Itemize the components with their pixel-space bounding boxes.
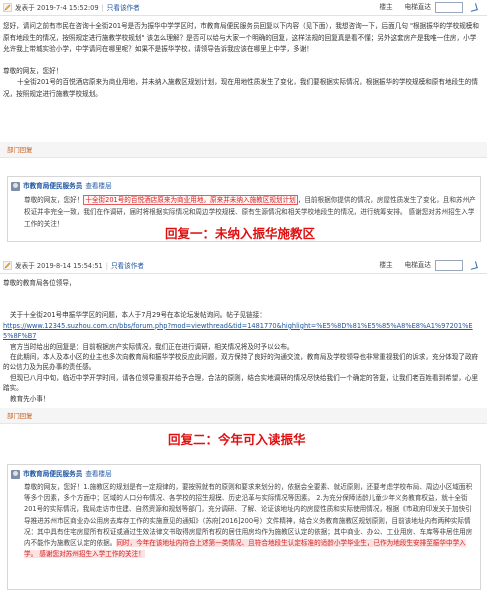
post-paragraph: 十全街201号的百悦酒店原来为商业用地，并未纳入施教区规划计划，现在用地性质发生…	[3, 78, 478, 98]
goto-floor-label: 电梯直达	[404, 261, 431, 270]
only-author-link[interactable]: 只看该作者	[107, 4, 140, 12]
floor-label: 楼主	[379, 261, 393, 270]
pen-icon	[3, 261, 12, 270]
banner-label: 部门回复	[7, 146, 33, 154]
goto-floor-label: 电梯直达	[404, 3, 431, 12]
post-paragraph: 尊敬的网友，您好！	[3, 66, 63, 75]
floor-label: 楼主	[379, 3, 393, 12]
avatar	[11, 469, 20, 479]
post-paragraph: 官方当时给出的回复是：目前根据房产实际情况，我们正在进行调研，相关情况将及时予以…	[10, 342, 294, 351]
view-floor-link[interactable]: 查看楼层	[85, 181, 111, 192]
post-paragraph: 教育先小事！	[10, 394, 50, 403]
post-body: 您好，请问之前有市民在咨询十全街201号是否为振华中学学区时，市教育局便民服务员…	[3, 21, 481, 101]
reply-text: 尊敬的网友，您好！ 十全街201号的百悦酒店原来为商业用地，原来并未纳入施教区规划…	[24, 195, 476, 228]
reply-text: 尊敬的网友，您好！1.施教区的规划是有一定规律的，要按照就有的原则和要求来划分的…	[24, 483, 473, 559]
department-name[interactable]: 市教育局便民服务员	[23, 469, 82, 480]
post-greeting: 尊敬的教育局各位领导，	[3, 279, 76, 287]
highlighted-text: 十全街201号的百悦酒店原来为商业用地，原来并未纳入施教区规划计划	[83, 195, 298, 205]
post-header: 发表于 2019-7-4 15:52:09 | 只看该作者 楼主 电梯直达	[0, 0, 487, 16]
avatar	[11, 181, 20, 191]
post-body: 尊敬的教育局各位领导， 关于十全街201号申振华学区的问题，本人于7月29号在本…	[3, 278, 481, 404]
caption-reply-one: 回复一：未纳入振华施教区	[165, 226, 316, 241]
post-paragraph: 您好，请问之前有市民在咨询十全街201号是否为振华中学学区时，市教育局便民服务员…	[3, 22, 479, 54]
department-reply-box: 市教育局便民服务员 查看楼层 尊敬的网友，您好！1.施教区的规划是有一定规律的，…	[7, 464, 481, 590]
department-reply-banner: 部门回复	[0, 408, 487, 424]
department-name[interactable]: 市教育局便民服务员	[23, 181, 82, 192]
caption-reply-two: 回复二：今年可入读振华	[168, 432, 306, 447]
post-paragraph: 在此期间，本人及本小区的业主也多次向教育局和振华学校反应此问题，双方保持了良好的…	[3, 353, 479, 372]
post-date: 发表于 2019-7-4 15:52:09	[15, 4, 99, 12]
goto-arrow-icon[interactable]	[467, 2, 479, 13]
thread-link-anchor[interactable]: https://www.12345.suzhou.com.cn/bbs/foru…	[3, 322, 473, 340]
pen-icon	[3, 3, 12, 12]
banner-label: 部门回复	[7, 412, 33, 420]
post-paragraph: 但现已八月中旬，临近中学开学时间，请各位领导重视并给予合理，合法的原则，结合实地…	[3, 373, 479, 393]
post-date: 发表于 2019-8-14 15:54:51	[15, 262, 103, 270]
goto-arrow-icon[interactable]	[467, 260, 479, 271]
post-header: 发表于 2019-8-14 15:54:51 | 只看该作者 楼主 电梯直达	[0, 258, 487, 274]
post-paragraph: 关于十全街201号申振华学区的问题，本人于7月29号在本论坛发帖询问。帖子见链接…	[10, 311, 266, 320]
view-floor-link[interactable]: 查看楼层	[85, 469, 111, 480]
goto-floor-input[interactable]	[435, 260, 463, 271]
goto-floor-input[interactable]	[435, 2, 463, 13]
only-author-link[interactable]: 只看该作者	[111, 262, 144, 270]
department-reply-banner: 部门回复	[0, 142, 487, 158]
thread-link[interactable]: https://www.12345.suzhou.com.cn/bbs/foru…	[3, 321, 481, 342]
